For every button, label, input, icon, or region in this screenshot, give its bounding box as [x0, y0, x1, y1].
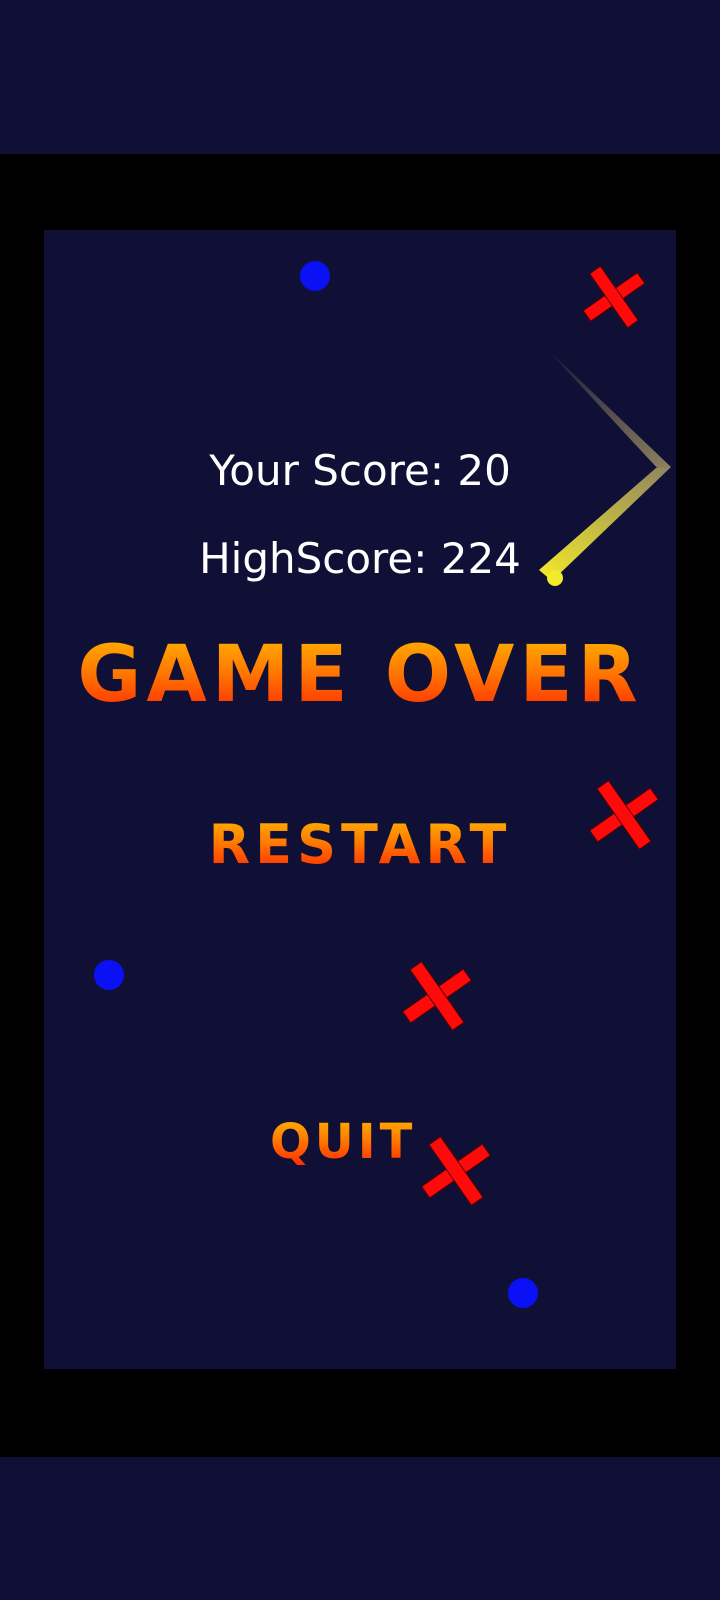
playfield-decor [94, 261, 671, 1308]
blue-dot-icon [300, 261, 330, 291]
quit-button[interactable]: QUIT [270, 1118, 416, 1166]
red-cross-icon [582, 265, 646, 329]
red-cross-icon [401, 960, 473, 1032]
game-over-title: GAME OVER [44, 636, 676, 714]
bottom-band [0, 1457, 720, 1600]
high-score-label: HighScore: 224 [199, 534, 521, 583]
restart-button[interactable]: RESTART [44, 818, 676, 872]
top-band [0, 0, 720, 154]
game-screen: Your Score: 20 HighScore: 224 GAME OVER … [0, 0, 720, 1600]
your-score-label: Your Score: 20 [209, 446, 511, 495]
playfield: Your Score: 20 HighScore: 224 GAME OVER … [44, 230, 676, 1369]
blue-dot-icon [508, 1278, 538, 1308]
blue-dot-icon [94, 960, 124, 990]
red-cross-icon [420, 1135, 492, 1207]
